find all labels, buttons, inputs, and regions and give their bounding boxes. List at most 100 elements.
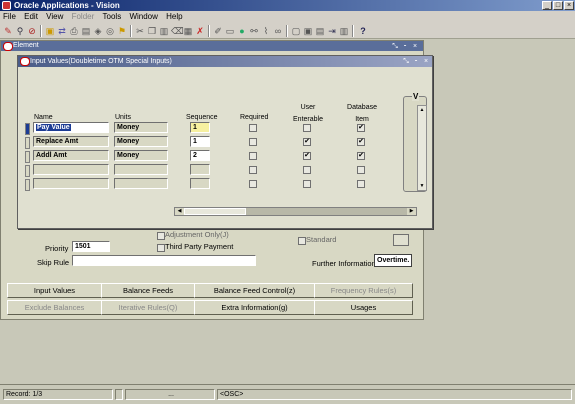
sequence-field[interactable]	[190, 178, 210, 189]
database-item-checkbox[interactable]: ✔	[357, 124, 365, 132]
required-checkbox[interactable]	[249, 152, 257, 160]
iv-close-icon[interactable]: ×	[422, 57, 430, 66]
globe-icon[interactable]: ●	[237, 26, 247, 36]
adjustment-only-checkbox[interactable]	[157, 232, 165, 240]
name-field[interactable]: Pay Value	[33, 122, 109, 133]
units-field[interactable]	[114, 178, 168, 189]
zoom-icon[interactable]: ◎	[105, 26, 115, 36]
menu-edit[interactable]: Edit	[21, 11, 41, 23]
menu-file[interactable]: File	[0, 11, 19, 23]
menu-tools[interactable]: Tools	[100, 11, 125, 23]
balance-feeds-button[interactable]: Balance Feeds	[101, 283, 195, 298]
copy-icon[interactable]: ❐	[147, 26, 157, 36]
cut-icon[interactable]: ✂	[135, 26, 145, 36]
close-form-icon[interactable]: ▤	[81, 26, 91, 36]
folder-tools-icon[interactable]: ▢	[291, 26, 301, 36]
export-icon[interactable]: ⇥	[327, 26, 337, 36]
row-indicator[interactable]	[25, 165, 30, 177]
scroll-left-icon[interactable]: ◀	[175, 208, 184, 215]
third-party-payment-checkbox[interactable]	[157, 244, 165, 252]
database-item-checkbox[interactable]	[357, 180, 365, 188]
element-close-icon[interactable]: ×	[411, 42, 419, 51]
scroll-right-icon[interactable]: ▶	[407, 208, 416, 215]
close-window-icon[interactable]: ▥	[339, 26, 349, 36]
row-indicator[interactable]	[25, 179, 30, 191]
row-indicator[interactable]	[25, 123, 30, 135]
name-field[interactable]	[33, 178, 109, 189]
usages-button[interactable]: Usages	[314, 300, 413, 315]
database-item-checkbox[interactable]: ✔	[357, 152, 365, 160]
further-information-field[interactable]: Overtime.	[374, 254, 412, 267]
row-indicator[interactable]	[25, 137, 30, 149]
scroll-thumb[interactable]	[184, 208, 246, 215]
vertical-scrollbar[interactable]: ▲ ▼	[417, 105, 427, 191]
print-icon[interactable]: ⎙	[69, 26, 79, 36]
menu-view[interactable]: View	[43, 11, 66, 23]
iv-minimize-icon[interactable]: ⁃	[412, 57, 420, 66]
translations-icon[interactable]: ⚑	[117, 26, 127, 36]
save-icon[interactable]: ▣	[45, 26, 55, 36]
required-checkbox[interactable]	[249, 166, 257, 174]
attachment-icon[interactable]: ⚯	[249, 26, 259, 36]
window-list-icon[interactable]: ▤	[315, 26, 325, 36]
clip-icon[interactable]: ⌇	[261, 26, 271, 36]
standard-field[interactable]	[393, 234, 409, 246]
maximize-button[interactable]: □	[553, 1, 563, 10]
horizontal-scrollbar[interactable]: ◀ ▶	[174, 207, 417, 216]
attachments-icon[interactable]: ◈	[93, 26, 103, 36]
delete-icon[interactable]: ✗	[195, 26, 205, 36]
stop-icon[interactable]: ⊘	[27, 26, 37, 36]
database-item-checkbox[interactable]: ✔	[357, 138, 365, 146]
user-enterable-checkbox[interactable]: ✔	[303, 138, 311, 146]
element-minimize-icon[interactable]: ⁃	[401, 42, 409, 51]
units-field[interactable]: Money	[114, 122, 168, 133]
frequency-rules-button[interactable]: Frequency Rules(s)	[314, 283, 413, 298]
clear-record-icon[interactable]: ⌫	[171, 26, 184, 36]
menu-folder[interactable]: Folder	[69, 11, 98, 23]
units-field[interactable]: Money	[114, 150, 168, 161]
name-field[interactable]	[33, 164, 109, 175]
required-checkbox[interactable]	[249, 124, 257, 132]
link-icon[interactable]: ∞	[273, 26, 283, 36]
user-enterable-checkbox[interactable]	[303, 166, 311, 174]
new-icon[interactable]: ✎	[3, 26, 13, 36]
menu-help[interactable]: Help	[163, 11, 185, 23]
standard-checkbox[interactable]	[298, 237, 306, 245]
minimize-button[interactable]: _	[542, 1, 552, 10]
name-field[interactable]: Replace Amt	[33, 136, 109, 147]
element-restore-icon[interactable]: ⤡	[391, 42, 399, 51]
name-field[interactable]: Addl Amt	[33, 150, 109, 161]
edit-field-icon[interactable]: ✐	[213, 26, 223, 36]
priority-field[interactable]: 1501	[72, 241, 110, 252]
sequence-field[interactable]: 2	[190, 150, 210, 161]
input-values-button[interactable]: Input Values	[7, 283, 102, 298]
iv-restore-icon[interactable]: ⤡	[402, 57, 410, 66]
user-enterable-checkbox[interactable]	[303, 180, 311, 188]
units-field[interactable]	[114, 164, 168, 175]
help-icon[interactable]: ?	[358, 26, 368, 36]
required-checkbox[interactable]	[249, 138, 257, 146]
row-indicator[interactable]	[25, 151, 30, 163]
window-icon[interactable]: ▣	[303, 26, 313, 36]
scroll-up-icon[interactable]: ▲	[418, 106, 426, 114]
skip-rule-field[interactable]	[72, 255, 256, 266]
folder-icon[interactable]: ▭	[225, 26, 235, 36]
database-item-checkbox[interactable]	[357, 166, 365, 174]
iterative-rules-button[interactable]: Iterative Rules(Q)	[101, 300, 195, 315]
paste-icon[interactable]: ▥	[159, 26, 169, 36]
balance-feed-control-button[interactable]: Balance Feed Control(z)	[194, 283, 315, 298]
extra-information-button[interactable]: Extra Information(g)	[194, 300, 315, 315]
menu-window[interactable]: Window	[126, 11, 160, 23]
scroll-down-icon[interactable]: ▼	[418, 182, 426, 190]
sequence-field[interactable]: 1	[190, 122, 210, 133]
navigator-icon[interactable]: ⇄	[57, 26, 67, 36]
required-checkbox[interactable]	[249, 180, 257, 188]
close-button[interactable]: ×	[564, 1, 574, 10]
sequence-field[interactable]: 1	[190, 136, 210, 147]
find-icon[interactable]: ⚲	[15, 26, 25, 36]
units-field[interactable]: Money	[114, 136, 168, 147]
user-enterable-checkbox[interactable]: ✔	[303, 152, 311, 160]
user-enterable-checkbox[interactable]	[303, 124, 311, 132]
delete-record-icon[interactable]: ▦	[183, 26, 193, 36]
sequence-field[interactable]	[190, 164, 210, 175]
